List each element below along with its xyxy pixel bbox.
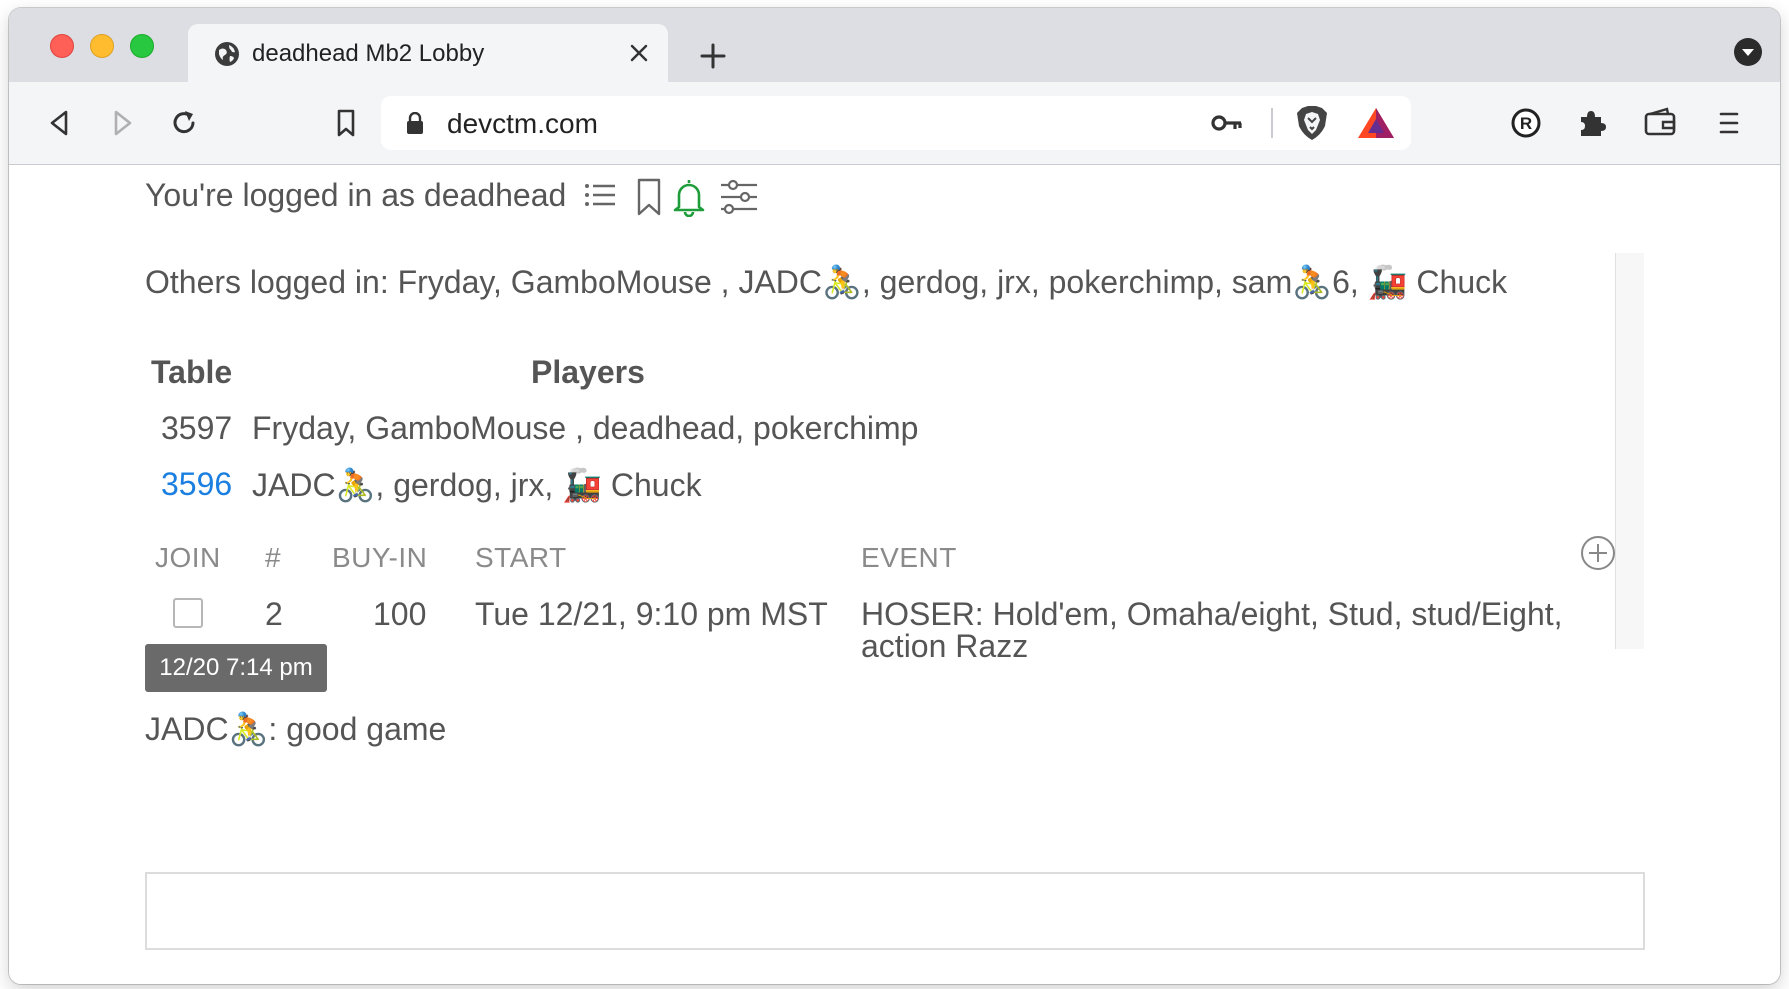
bell-icon[interactable] bbox=[671, 177, 707, 217]
column-start: START bbox=[475, 542, 567, 573]
logged-in-status: You're logged in as deadhead bbox=[145, 177, 567, 213]
join-checkbox[interactable] bbox=[173, 598, 203, 628]
active-tab[interactable]: deadhead Mb2 Lobby bbox=[188, 24, 668, 82]
forward-icon[interactable] bbox=[105, 106, 139, 140]
list-icon[interactable] bbox=[582, 177, 618, 213]
menu-icon[interactable] bbox=[1712, 106, 1746, 140]
add-tournament-icon[interactable] bbox=[1579, 534, 1617, 572]
reload-icon[interactable] bbox=[167, 106, 201, 140]
chat-message: JADC🚴: good game bbox=[145, 711, 447, 747]
back-icon[interactable] bbox=[43, 106, 77, 140]
column-event: EVENT bbox=[861, 542, 957, 573]
table-players: Fryday, GamboMouse , deadhead, pokerchim… bbox=[252, 410, 919, 446]
plus-icon[interactable] bbox=[699, 42, 727, 70]
timestamp-tooltip: 12/20 7:14 pm bbox=[145, 644, 327, 692]
brave-shields-icon[interactable] bbox=[1294, 104, 1330, 142]
others-logged-in: Others logged in: Fryday, GamboMouse , J… bbox=[145, 264, 1508, 300]
table-id: 3597 bbox=[161, 410, 233, 446]
column-number: # bbox=[265, 542, 282, 573]
tab-title: deadhead Mb2 Lobby bbox=[252, 40, 485, 67]
key-icon[interactable] bbox=[1211, 112, 1243, 134]
tab-strip: deadhead Mb2 Lobby bbox=[9, 8, 1780, 82]
zoom-window-button[interactable] bbox=[130, 34, 154, 58]
column-buyin: BUY-IN bbox=[332, 542, 428, 573]
chat-input[interactable] bbox=[145, 872, 1645, 950]
column-join: JOIN bbox=[155, 542, 221, 573]
table-header-players: Players bbox=[531, 354, 645, 390]
tab-menu-icon[interactable] bbox=[1734, 38, 1762, 66]
sliders-icon[interactable] bbox=[719, 177, 759, 217]
close-icon[interactable] bbox=[628, 42, 650, 64]
minimize-window-button[interactable] bbox=[90, 34, 114, 58]
wallet-icon[interactable] bbox=[1643, 106, 1677, 140]
extension-r-icon[interactable]: R bbox=[1509, 106, 1543, 140]
table-header-table: Table bbox=[151, 354, 233, 390]
page-content: You're logged in as deadhead Others logg… bbox=[9, 165, 1780, 984]
close-window-button[interactable] bbox=[50, 34, 74, 58]
svg-text:R: R bbox=[1520, 114, 1532, 133]
browser-window: deadhead Mb2 Lobby devctm.com R You're l… bbox=[9, 8, 1780, 984]
table-players: JADC🚴, gerdog, jrx, 🚂 Chuck bbox=[252, 467, 702, 503]
tournament-number: 2 bbox=[265, 596, 283, 632]
globe-icon bbox=[215, 42, 239, 66]
puzzle-icon[interactable] bbox=[1575, 106, 1609, 140]
bat-rewards-icon[interactable] bbox=[1357, 106, 1395, 140]
url-text[interactable]: devctm.com bbox=[447, 108, 598, 140]
tournament-event-cont: action Razz bbox=[861, 628, 1029, 664]
address-bar[interactable]: devctm.com bbox=[381, 96, 1411, 150]
tournament-buyin: 100 bbox=[373, 596, 427, 632]
browser-toolbar: devctm.com R bbox=[9, 82, 1780, 165]
bookmark-icon[interactable] bbox=[635, 177, 663, 217]
lock-icon bbox=[407, 112, 423, 134]
address-divider bbox=[1271, 108, 1273, 138]
scroll-track[interactable] bbox=[1615, 253, 1644, 649]
table-link-3596[interactable]: 3596 bbox=[161, 466, 232, 503]
bookmark-icon[interactable] bbox=[329, 106, 363, 140]
tournament-start: Tue 12/21, 9:10 pm MST bbox=[475, 596, 828, 632]
